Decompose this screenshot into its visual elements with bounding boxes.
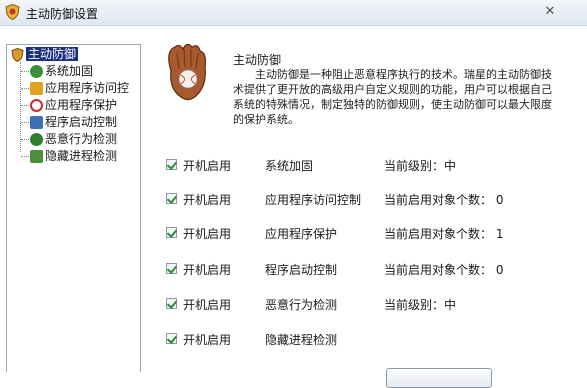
folder-lock-icon xyxy=(30,82,43,95)
enable-label[interactable]: 开机启用 xyxy=(183,261,231,278)
feature-row-system-hardening: 开机启用 系统加固 当前级别：中 xyxy=(166,157,586,175)
shield-logo-icon xyxy=(5,4,20,20)
feature-status: 当前启用对象个数： 0 xyxy=(384,263,504,277)
feature-row-startup-control: 开机启用 程序启动控制 当前启用对象个数： 0 xyxy=(166,261,586,279)
feature-row-app-access-control: 开机启用 应用程序访问控制 当前启用对象个数： 0 xyxy=(166,191,586,209)
tree-item-label: 系统加固 xyxy=(45,64,94,78)
enable-label[interactable]: 开机启用 xyxy=(183,296,231,313)
tree-root-active-defense[interactable]: 主动防御 xyxy=(11,46,79,62)
no-entry-icon xyxy=(30,99,43,112)
tree-item-label: 隐藏进程检测 xyxy=(45,149,118,163)
process-arrow-icon xyxy=(30,150,43,163)
section-description: 主动防御是一种阻止恶意程序执行的技术。瑞星的主动防御技术提供了更开放的高级用户自… xyxy=(233,68,552,126)
feature-status: 当前启用对象个数： 0 xyxy=(384,193,504,207)
feature-name: 程序启动控制 xyxy=(265,263,338,277)
enable-checkbox[interactable] xyxy=(166,227,177,238)
feature-name: 隐藏进程检测 xyxy=(265,333,338,347)
enable-label[interactable]: 开机启用 xyxy=(183,157,231,174)
globe-check-icon xyxy=(30,133,43,146)
enable-checkbox[interactable] xyxy=(166,298,177,309)
feature-row-app-protection: 开机启用 应用程序保护 当前启用对象个数： 1 xyxy=(166,225,586,243)
enable-checkbox[interactable] xyxy=(166,159,177,170)
tree-item-label: 程序启动控制 xyxy=(45,115,118,129)
tree-item-label: 应用程序保护 xyxy=(45,98,118,112)
settings-tree: 主动防御 系统加固 应用程序访问控 应用程序保护 程序启动控制 恶意行为检测 隐… xyxy=(6,44,141,372)
tree-item-label: 应用程序访问控 xyxy=(45,81,130,95)
close-button[interactable]: ✕ xyxy=(541,4,559,20)
feature-row-hidden-process: 开机启用 隐藏进程检测 xyxy=(166,331,586,349)
tree-item-app-access-control[interactable]: 应用程序访问控 xyxy=(21,80,129,96)
feature-name: 恶意行为检测 xyxy=(265,298,338,312)
tree-item-app-protection[interactable]: 应用程序保护 xyxy=(21,97,117,113)
bottom-action-button[interactable] xyxy=(386,368,492,388)
enable-checkbox[interactable] xyxy=(166,193,177,204)
feature-row-malicious-behavior: 开机启用 恶意行为检测 当前级别：中 xyxy=(166,296,586,314)
shield-root-icon xyxy=(11,47,24,62)
tree-item-malicious-behavior[interactable]: 恶意行为检测 xyxy=(21,131,117,147)
section-title: 主动防御 xyxy=(233,53,282,67)
settings-panel: 主动防御 主动防御是一种阻止恶意程序执行的技术。瑞星的主动防御技术提供了更开放的… xyxy=(141,27,587,388)
globe-shield-icon xyxy=(30,65,43,78)
feature-name: 应用程序访问控制 xyxy=(265,193,362,207)
enable-label[interactable]: 开机启用 xyxy=(183,191,231,208)
enable-label[interactable]: 开机启用 xyxy=(183,331,231,348)
enable-checkbox[interactable] xyxy=(166,263,177,274)
feature-name: 系统加固 xyxy=(265,159,314,173)
feature-status: 当前启用对象个数： 1 xyxy=(384,227,504,241)
tree-root-label: 主动防御 xyxy=(26,47,79,61)
tree-item-system-hardening[interactable]: 系统加固 xyxy=(21,63,93,79)
feature-status: 当前级别：中 xyxy=(384,298,457,312)
title-bar: 主动防御设置 ✕ xyxy=(0,0,587,26)
tree-item-label: 恶意行为检测 xyxy=(45,132,118,146)
window-app-icon xyxy=(30,116,43,129)
feature-status: 当前级别：中 xyxy=(384,159,457,173)
enable-checkbox[interactable] xyxy=(166,333,177,344)
baseball-glove-icon xyxy=(168,43,207,101)
window-title: 主动防御设置 xyxy=(26,7,99,21)
enable-label[interactable]: 开机启用 xyxy=(183,225,231,242)
feature-name: 应用程序保护 xyxy=(265,227,338,241)
tree-item-hidden-process[interactable]: 隐藏进程检测 xyxy=(21,148,117,164)
tree-item-startup-control[interactable]: 程序启动控制 xyxy=(21,114,117,130)
